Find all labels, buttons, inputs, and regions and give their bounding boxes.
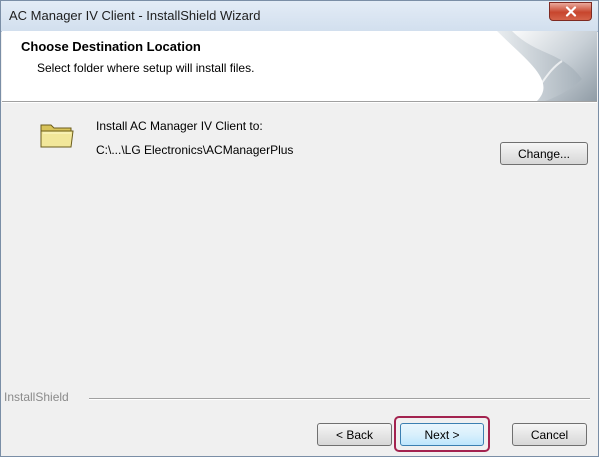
wizard-header: Choose Destination Location Select folde…: [2, 31, 597, 102]
change-button[interactable]: Change...: [500, 142, 588, 165]
page-curl-graphic: [497, 31, 597, 101]
destination-label: Install AC Manager IV Client to:: [96, 119, 263, 133]
title-bar[interactable]: AC Manager IV Client - InstallShield Wiz…: [1, 1, 598, 32]
header-divider: [2, 102, 597, 103]
footer-divider: [89, 398, 590, 400]
back-button[interactable]: < Back: [317, 423, 392, 446]
close-icon: [565, 6, 576, 17]
installshield-brand: InstallShield: [4, 390, 73, 404]
page-subtitle: Select folder where setup will install f…: [37, 61, 255, 75]
cancel-button[interactable]: Cancel: [512, 423, 587, 446]
folder-icon: [40, 124, 74, 148]
window-title: AC Manager IV Client - InstallShield Wiz…: [9, 8, 261, 23]
installer-window: AC Manager IV Client - InstallShield Wiz…: [0, 0, 599, 457]
destination-path: C:\...\LG Electronics\ACManagerPlus: [96, 143, 294, 157]
next-button[interactable]: Next >: [400, 423, 484, 446]
close-button[interactable]: [549, 2, 592, 21]
page-title: Choose Destination Location: [21, 39, 201, 54]
next-button-label: Next >: [424, 427, 460, 442]
